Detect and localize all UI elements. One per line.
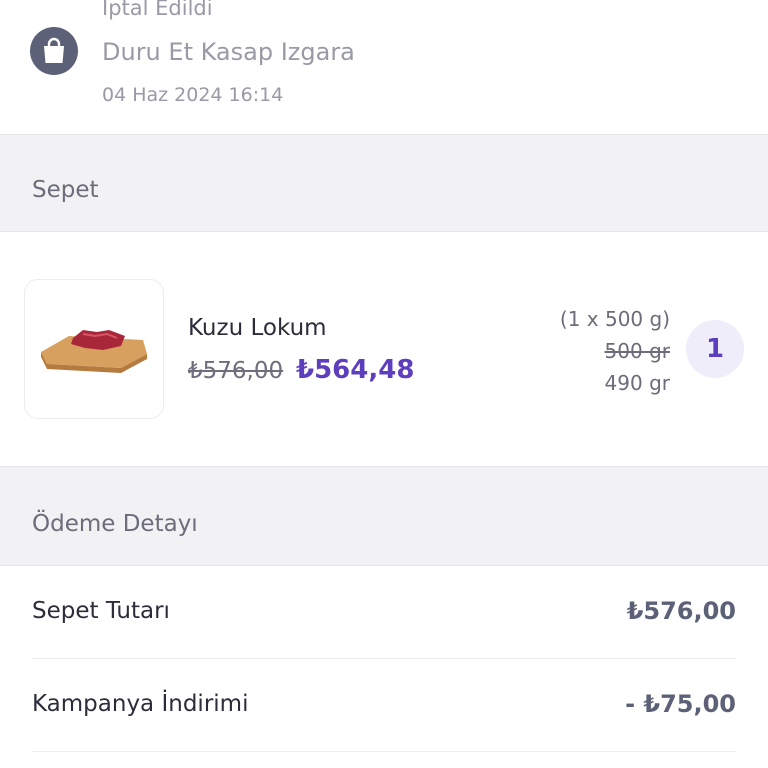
basket-total-label: Sepet Tutarı bbox=[32, 598, 170, 624]
basket-total-row: Sepet Tutarı ₺576,00 bbox=[32, 566, 736, 659]
item-old-price: ₺576,00 bbox=[188, 358, 284, 384]
basket-section-title: Sepet bbox=[32, 177, 99, 203]
shop-name: Duru Et Kasap Izgara bbox=[102, 38, 355, 66]
campaign-discount-value: - ₺75,00 bbox=[625, 690, 736, 718]
basket-section-header: Sepet bbox=[0, 134, 768, 232]
basket-total-value: ₺576,00 bbox=[626, 597, 736, 625]
item-name: Kuzu Lokum bbox=[188, 315, 327, 341]
item-new-price: ₺564,48 bbox=[296, 355, 415, 385]
quantity-badge: 1 bbox=[686, 320, 744, 378]
payment-section-header: Ödeme Detayı bbox=[0, 466, 768, 566]
cart-item[interactable]: Kuzu Lokum ₺576,00 ₺564,48 (1 x 500 g) 5… bbox=[0, 232, 768, 466]
shopping-bag-icon bbox=[30, 27, 78, 75]
item-weight-new: 490 gr bbox=[604, 371, 670, 395]
product-image bbox=[24, 279, 164, 419]
campaign-discount-row: Kampanya İndirimi - ₺75,00 bbox=[32, 659, 736, 752]
campaign-discount-label: Kampanya İndirimi bbox=[32, 691, 249, 717]
item-weight-old: 500 gr bbox=[604, 339, 670, 363]
order-header: İptal Edildi Duru Et Kasap Izgara 04 Haz… bbox=[0, 0, 768, 134]
order-status: İptal Edildi bbox=[102, 0, 213, 20]
payment-section-title: Ödeme Detayı bbox=[32, 511, 198, 537]
order-date: 04 Haz 2024 16:14 bbox=[102, 84, 284, 106]
item-quantity-desc: (1 x 500 g) bbox=[559, 307, 670, 331]
